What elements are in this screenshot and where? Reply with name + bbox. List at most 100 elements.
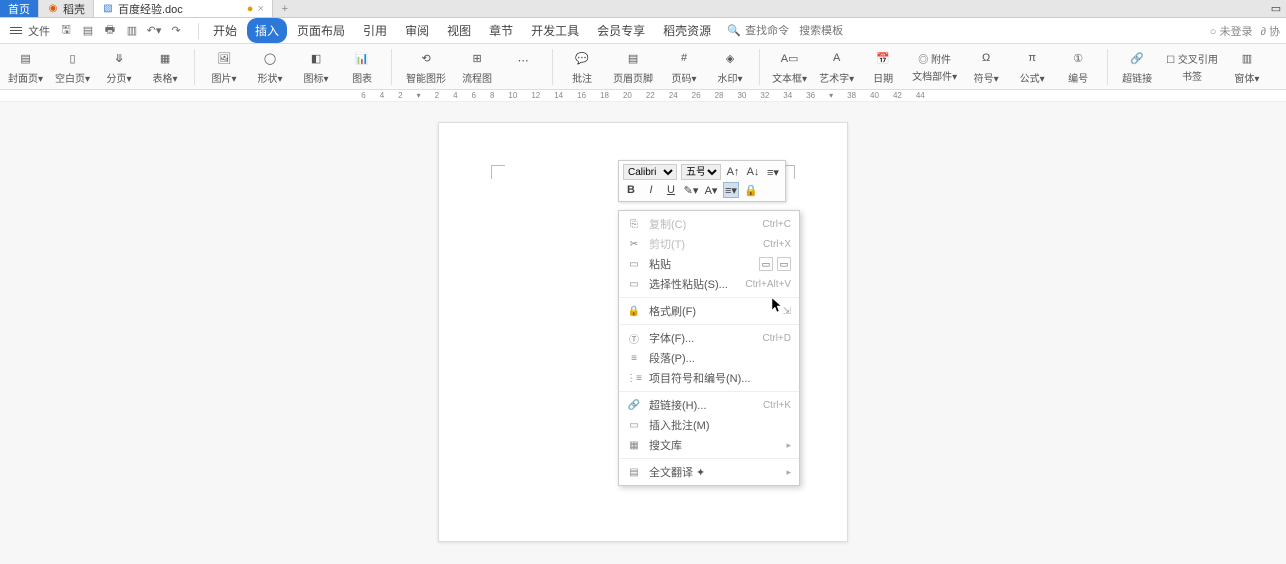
ribbon-chart[interactable]: 📊图表: [345, 48, 379, 85]
file-icon[interactable]: ▤: [80, 23, 96, 39]
search-icon: 🔍: [727, 24, 741, 38]
ctx-font[interactable]: Ⓣ字体(F)...Ctrl+D: [619, 328, 799, 348]
ribbon-comment[interactable]: 💬批注: [565, 48, 599, 85]
ribbon-wordart[interactable]: A艺术字▾: [819, 48, 854, 85]
fontsize-select[interactable]: 五号: [681, 164, 721, 180]
ribbon-blank[interactable]: ▯空白页▾: [55, 48, 90, 85]
ribbon-pagenum[interactable]: #页码▾: [667, 48, 701, 85]
shrink-font-icon[interactable]: A↓: [745, 164, 761, 180]
template-search-input[interactable]: [799, 25, 879, 37]
translate-icon: ▤: [627, 465, 641, 479]
ribbon-date[interactable]: 📅日期: [866, 48, 900, 85]
print-icon[interactable]: 🖶: [102, 23, 118, 39]
titlebar-extra[interactable]: ▭: [1266, 0, 1286, 17]
ribbon-shape[interactable]: ◯形状▾: [253, 48, 287, 85]
ribbon-smartart[interactable]: ⟲智能图形: [404, 48, 448, 85]
ribbon-icon[interactable]: ◧图标▾: [299, 48, 333, 85]
ribbon-equation[interactable]: π公式▾: [1015, 48, 1049, 85]
file-menu[interactable]: 文件: [28, 23, 50, 39]
collab-button[interactable]: ∂ 协: [1261, 23, 1281, 39]
menu-tab-4[interactable]: 审阅: [397, 18, 437, 43]
menu-tab-8[interactable]: 会员专享: [589, 18, 653, 43]
ruler-ticks: 642 ▾ 24681012141618202224262830323436 ▾…: [361, 90, 925, 101]
underline-button[interactable]: U: [663, 182, 679, 198]
tab-home[interactable]: 首页: [0, 0, 39, 17]
grow-font-icon[interactable]: A↑: [725, 164, 741, 180]
menu-tab-7[interactable]: 开发工具: [523, 18, 587, 43]
separator: [619, 391, 799, 392]
ribbon-cover[interactable]: ▤封面页▾: [8, 48, 43, 85]
menu-tab-6[interactable]: 章节: [481, 18, 521, 43]
ribbon-flowchart[interactable]: ⊞流程图: [460, 48, 494, 85]
italic-button[interactable]: I: [643, 182, 659, 198]
menu-tab-2[interactable]: 页面布局: [289, 18, 353, 43]
fontcolor-icon[interactable]: A▾: [703, 182, 719, 198]
ctx-hyperlink[interactable]: 🔗超链接(H)...Ctrl+K: [619, 395, 799, 415]
tab-close-icon[interactable]: ×: [257, 3, 263, 15]
ribbon-more[interactable]: ⋯…: [506, 50, 540, 83]
ctx-insert-comment[interactable]: ▭插入批注(M): [619, 415, 799, 435]
textbox-icon: A▭: [779, 48, 801, 68]
ctx-bullets[interactable]: ⋮≡项目符号和编号(N)...: [619, 368, 799, 388]
ribbon-break[interactable]: ⤋分页▾: [102, 48, 136, 85]
ribbon-table[interactable]: ▦表格▾: [148, 48, 182, 85]
ctx-cut[interactable]: ✂剪切(T)Ctrl+X: [619, 234, 799, 254]
ribbon-symbol[interactable]: Ω符号▾: [969, 48, 1003, 85]
ruler[interactable]: 642 ▾ 24681012141618202224262830323436 ▾…: [0, 90, 1286, 102]
login-status[interactable]: ○ 未登录: [1210, 23, 1253, 39]
ctx-paragraph[interactable]: ≡段落(P)...: [619, 348, 799, 368]
ribbon-form[interactable]: ▥窗体▾: [1230, 48, 1264, 85]
tab-doc2[interactable]: ▧ 百度经验.doc ● ×: [94, 0, 273, 17]
paragraph-icon: ≡: [627, 351, 641, 365]
menu-tab-insert[interactable]: 插入: [247, 18, 287, 43]
ctx-search-lib[interactable]: ▦搜文库▸: [619, 435, 799, 455]
undo-icon[interactable]: ↶▾: [146, 23, 162, 39]
page-break-icon: ⤋: [108, 48, 130, 68]
redo-icon[interactable]: ↷: [168, 23, 184, 39]
ribbon-headerfooter[interactable]: ▤页眉页脚: [611, 48, 655, 85]
ruler-marker-icon[interactable]: ▾: [417, 91, 421, 100]
ribbon-watermark[interactable]: ◈水印▾: [713, 48, 747, 85]
tab-doc1[interactable]: ◉ 稻壳: [39, 0, 94, 17]
command-search-input[interactable]: [745, 25, 795, 37]
ribbon-image[interactable]: 🖼图片▾: [207, 48, 241, 85]
ribbon-textbox[interactable]: A▭文本框▾: [772, 48, 807, 85]
separator: [552, 49, 553, 85]
ctx-translate[interactable]: ▤全文翻译 ✦▸: [619, 462, 799, 482]
menu-tab-5[interactable]: 视图: [439, 18, 479, 43]
ribbon-hyperlink[interactable]: 🔗超链接: [1120, 48, 1154, 85]
ctx-paste-special[interactable]: ▭选择性粘贴(S)...Ctrl+Alt+V: [619, 274, 799, 294]
fire-icon: ◉: [47, 3, 59, 15]
menubar: 文件 🖫 ▤ 🖶 ▥ ↶▾ ↷ 开始 插入 页面布局 引用 审阅 视图 章节 开…: [0, 18, 1286, 44]
mini-toolbar: Calibri 五号 A↑ A↓ ≡▾ B I U ✎▾ A▾ ≡▾ 🔒: [618, 160, 786, 202]
format-painter-icon: 🔒: [627, 304, 641, 318]
bold-button[interactable]: B: [623, 182, 639, 198]
font-select[interactable]: Calibri: [623, 164, 677, 180]
ctx-copy[interactable]: ⎘复制(C)Ctrl+C: [619, 214, 799, 234]
menu-tab-3[interactable]: 引用: [355, 18, 395, 43]
paste-option-icon[interactable]: ▭: [759, 257, 773, 271]
quick-access-toolbar: 🖫 ▤ 🖶 ▥ ↶▾ ↷: [58, 23, 184, 39]
preview-icon[interactable]: ▥: [124, 23, 140, 39]
paste-option-icon[interactable]: ▭: [777, 257, 791, 271]
ctx-format-painter[interactable]: 🔒格式刷(F)⇲: [619, 301, 799, 321]
hamburger-menu[interactable]: [6, 23, 26, 38]
menu-tab-0[interactable]: 开始: [205, 18, 245, 43]
list-icon[interactable]: ≡▾: [765, 164, 781, 180]
submenu-arrow-icon: ▸: [786, 440, 791, 451]
ribbon-number[interactable]: ①编号: [1061, 48, 1095, 85]
ruler-marker-icon[interactable]: ▾: [829, 91, 833, 100]
highlight-icon[interactable]: ✎▾: [683, 182, 699, 198]
ribbon-attach[interactable]: ◎ 附件文档部件▾: [912, 51, 957, 83]
lock-icon[interactable]: 🔒: [743, 182, 759, 198]
menu-tab-9[interactable]: 稻壳资源: [655, 18, 719, 43]
more-icon: ⋯: [512, 50, 534, 70]
new-tab-button[interactable]: +: [273, 0, 297, 17]
format-painter-aux-icon[interactable]: ⇲: [783, 306, 791, 317]
ribbon-crossref[interactable]: ☐ 交叉引用书签: [1166, 51, 1218, 83]
copy-icon: ⎘: [627, 217, 641, 231]
ctx-paste[interactable]: ▭粘贴▭▭: [619, 254, 799, 274]
form-icon: ▥: [1236, 48, 1258, 68]
align-icon[interactable]: ≡▾: [723, 182, 739, 198]
save-icon[interactable]: 🖫: [58, 23, 74, 39]
